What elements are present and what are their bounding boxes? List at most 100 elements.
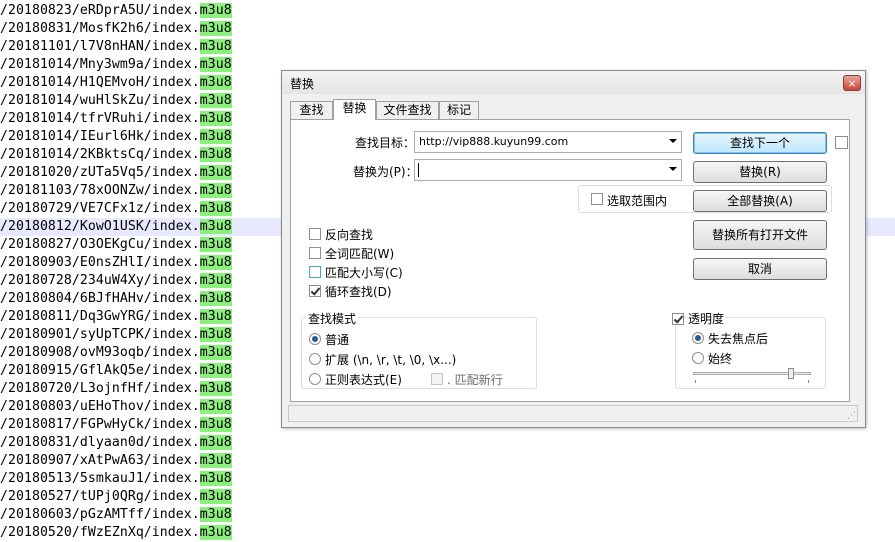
editor-line[interactable]: /20181014/wuHlSkZu/index.m3u8 xyxy=(0,92,232,110)
line-text: /20181014/H1QEMvoH/index. xyxy=(0,75,200,90)
editor-line[interactable]: /20180908/ovM93oqb/index.m3u8 xyxy=(0,344,232,362)
editor-line[interactable]: /20181103/78xOONZw/index.m3u8 xyxy=(0,182,232,200)
search-highlight: m3u8 xyxy=(199,237,232,252)
editor-line[interactable]: /20180915/GflAkQ5e/index.m3u8 xyxy=(0,362,232,380)
line-text: /20180520/fWzEZnXq/index. xyxy=(0,525,200,540)
cancel-button[interactable]: 取消 xyxy=(693,258,827,280)
in-selection-checkbox[interactable] xyxy=(591,193,603,205)
whole-word-checkbox[interactable] xyxy=(309,247,321,259)
editor-line[interactable]: /20180728/234uW4Xy/index.m3u8 xyxy=(0,272,232,290)
editor-line[interactable]: /20180803/uEHoThov/index.m3u8 xyxy=(0,398,232,416)
editor-line[interactable]: /20180827/O3OEKgCu/index.m3u8 xyxy=(0,236,232,254)
editor-line[interactable]: /20180520/fWzEZnXq/index.m3u8 xyxy=(0,524,232,542)
tab-replace[interactable]: 替换 xyxy=(333,99,376,120)
tab-find-in-files[interactable]: 文件查找 xyxy=(376,101,439,119)
resize-grip-icon[interactable]: ⋰ xyxy=(847,411,856,421)
editor-line[interactable]: /20180729/VE7CFx1z/index.m3u8 xyxy=(0,200,232,218)
close-button[interactable]: × xyxy=(843,75,861,91)
chevron-down-icon[interactable] xyxy=(669,167,677,171)
find-input[interactable]: http://vip888.kuyun99.com xyxy=(419,135,568,148)
dot-newline-checkbox[interactable] xyxy=(431,373,443,385)
editor-line[interactable]: /20180903/E0nsZHlI/index.m3u8 xyxy=(0,254,232,272)
editor-line[interactable]: /20181020/zUTa5Vq5/index.m3u8 xyxy=(0,164,232,182)
always-radio[interactable] xyxy=(692,352,704,364)
line-text: /20181014/wuHlSkZu/index. xyxy=(0,93,200,108)
editor-line[interactable]: /20181014/Mny3wm9a/index.m3u8 xyxy=(0,56,232,74)
wrap-around-label: 循环查找(D) xyxy=(325,285,392,299)
regex-mode-radio[interactable] xyxy=(309,373,321,385)
tab-find[interactable]: 查找 xyxy=(290,101,333,119)
editor-line[interactable]: /20180823/eRDprA5U/index.m3u8 xyxy=(0,2,232,20)
line-text: /20180817/FGPwHyCk/index. xyxy=(0,417,200,432)
line-text: /20180728/234uW4Xy/index. xyxy=(0,273,200,288)
editor-line[interactable]: /20180527/tUPj0QRg/index.m3u8 xyxy=(0,488,232,506)
replace-combobox[interactable] xyxy=(414,159,682,181)
editor-line[interactable]: /20180603/pGzAMTff/index.m3u8 xyxy=(0,506,232,524)
replace-all-button[interactable]: 全部替换(A) xyxy=(693,190,827,212)
search-highlight: m3u8 xyxy=(199,129,232,144)
search-highlight: m3u8 xyxy=(199,273,232,288)
normal-mode-radio[interactable] xyxy=(309,333,321,345)
replace-dialog: 替换 × 查找 替换 文件查找 标记 查找目标： http://vip888.k… xyxy=(281,70,866,428)
editor-line[interactable]: /20180831/dlyaan0d/index.m3u8 xyxy=(0,434,232,452)
search-highlight: m3u8 xyxy=(199,327,232,342)
editor-line[interactable]: /20180831/MosfK2h6/index.m3u8 xyxy=(0,20,232,38)
dialog-titlebar[interactable]: 替换 × xyxy=(282,71,865,94)
search-highlight: m3u8 xyxy=(199,255,232,270)
search-highlight: m3u8 xyxy=(199,399,232,414)
replace-label: 替换为(P)： xyxy=(353,165,418,179)
editor-line[interactable]: /20180901/syUpTCPK/index.m3u8 xyxy=(0,326,232,344)
status-bar: ⋰ xyxy=(288,405,858,422)
search-highlight: m3u8 xyxy=(199,147,232,162)
editor-line[interactable]: /20180811/Dq3GwYRG/index.m3u8 xyxy=(0,308,232,326)
transparency-checkbox[interactable] xyxy=(672,313,684,325)
search-highlight: m3u8 xyxy=(199,111,232,126)
line-text: /20181014/IEurl6Hk/index. xyxy=(0,129,200,144)
find-next-option-checkbox[interactable] xyxy=(835,136,848,149)
text-caret xyxy=(418,163,419,177)
lose-focus-label: 失去焦点后 xyxy=(708,332,769,346)
line-text: /20180827/O3OEKgCu/index. xyxy=(0,237,200,252)
transparency-title: 透明度 xyxy=(686,310,727,327)
editor-line[interactable]: /20181014/H1QEMvoH/index.m3u8 xyxy=(0,74,232,92)
match-case-checkbox[interactable] xyxy=(309,266,321,278)
line-text: /20180729/VE7CFx1z/index. xyxy=(0,201,200,216)
search-highlight: m3u8 xyxy=(199,453,232,468)
search-highlight: m3u8 xyxy=(199,219,232,234)
wrap-around-checkbox[interactable] xyxy=(309,285,321,297)
search-highlight: m3u8 xyxy=(199,39,232,54)
line-text: /20180811/Dq3GwYRG/index. xyxy=(0,309,200,324)
normal-mode-label: 普通 xyxy=(325,333,350,347)
slider-thumb[interactable] xyxy=(788,368,794,379)
line-text: /20181014/tfrVRuhi/index. xyxy=(0,111,200,126)
extended-mode-radio[interactable] xyxy=(309,353,321,365)
editor-line[interactable]: /20180513/5smkauJ1/index.m3u8 xyxy=(0,470,232,488)
match-case-label: 匹配大小写(C) xyxy=(325,266,403,280)
editor-line[interactable]: /20181014/tfrVRuhi/index.m3u8 xyxy=(0,110,232,128)
lose-focus-radio[interactable] xyxy=(692,332,704,344)
line-text: /20180823/eRDprA5U/index. xyxy=(0,3,200,18)
editor-line[interactable]: /20180817/FGPwHyCk/index.m3u8 xyxy=(0,416,232,434)
search-highlight: m3u8 xyxy=(199,201,232,216)
search-highlight: m3u8 xyxy=(199,183,232,198)
line-text: /20181014/Mny3wm9a/index. xyxy=(0,57,200,72)
line-text: /20180804/6BJfHAHv/index. xyxy=(0,291,200,306)
find-combobox[interactable]: http://vip888.kuyun99.com xyxy=(414,131,682,153)
tab-mark[interactable]: 标记 xyxy=(439,101,479,119)
find-next-button[interactable]: 查找下一个 xyxy=(693,132,827,154)
replace-all-open-files-button[interactable]: 替换所有打开文件 xyxy=(693,220,827,250)
chevron-down-icon[interactable] xyxy=(669,139,677,143)
editor-line[interactable]: /20181014/2KBktsCq/index.m3u8 xyxy=(0,146,232,164)
line-text: /20180915/GflAkQ5e/index. xyxy=(0,363,200,378)
replace-panel: 查找目标： http://vip888.kuyun99.com 查找下一个 替换… xyxy=(290,119,850,402)
replace-button[interactable]: 替换(R) xyxy=(693,161,827,183)
editor-line[interactable]: /20180804/6BJfHAHv/index.m3u8 xyxy=(0,290,232,308)
line-text: /20180513/5smkauJ1/index. xyxy=(0,471,200,486)
line-text: /20180720/L3ojnfHf/index. xyxy=(0,381,200,396)
editor-line[interactable]: /20181014/IEurl6Hk/index.m3u8 xyxy=(0,128,232,146)
editor-line[interactable]: /20181101/l7V8nHAN/index.m3u8 xyxy=(0,38,232,56)
transparency-slider[interactable] xyxy=(693,368,811,384)
backward-checkbox[interactable] xyxy=(309,228,321,240)
editor-line[interactable]: /20180720/L3ojnfHf/index.m3u8 xyxy=(0,380,232,398)
editor-line[interactable]: /20180907/xAtPwA63/index.m3u8 xyxy=(0,452,232,470)
